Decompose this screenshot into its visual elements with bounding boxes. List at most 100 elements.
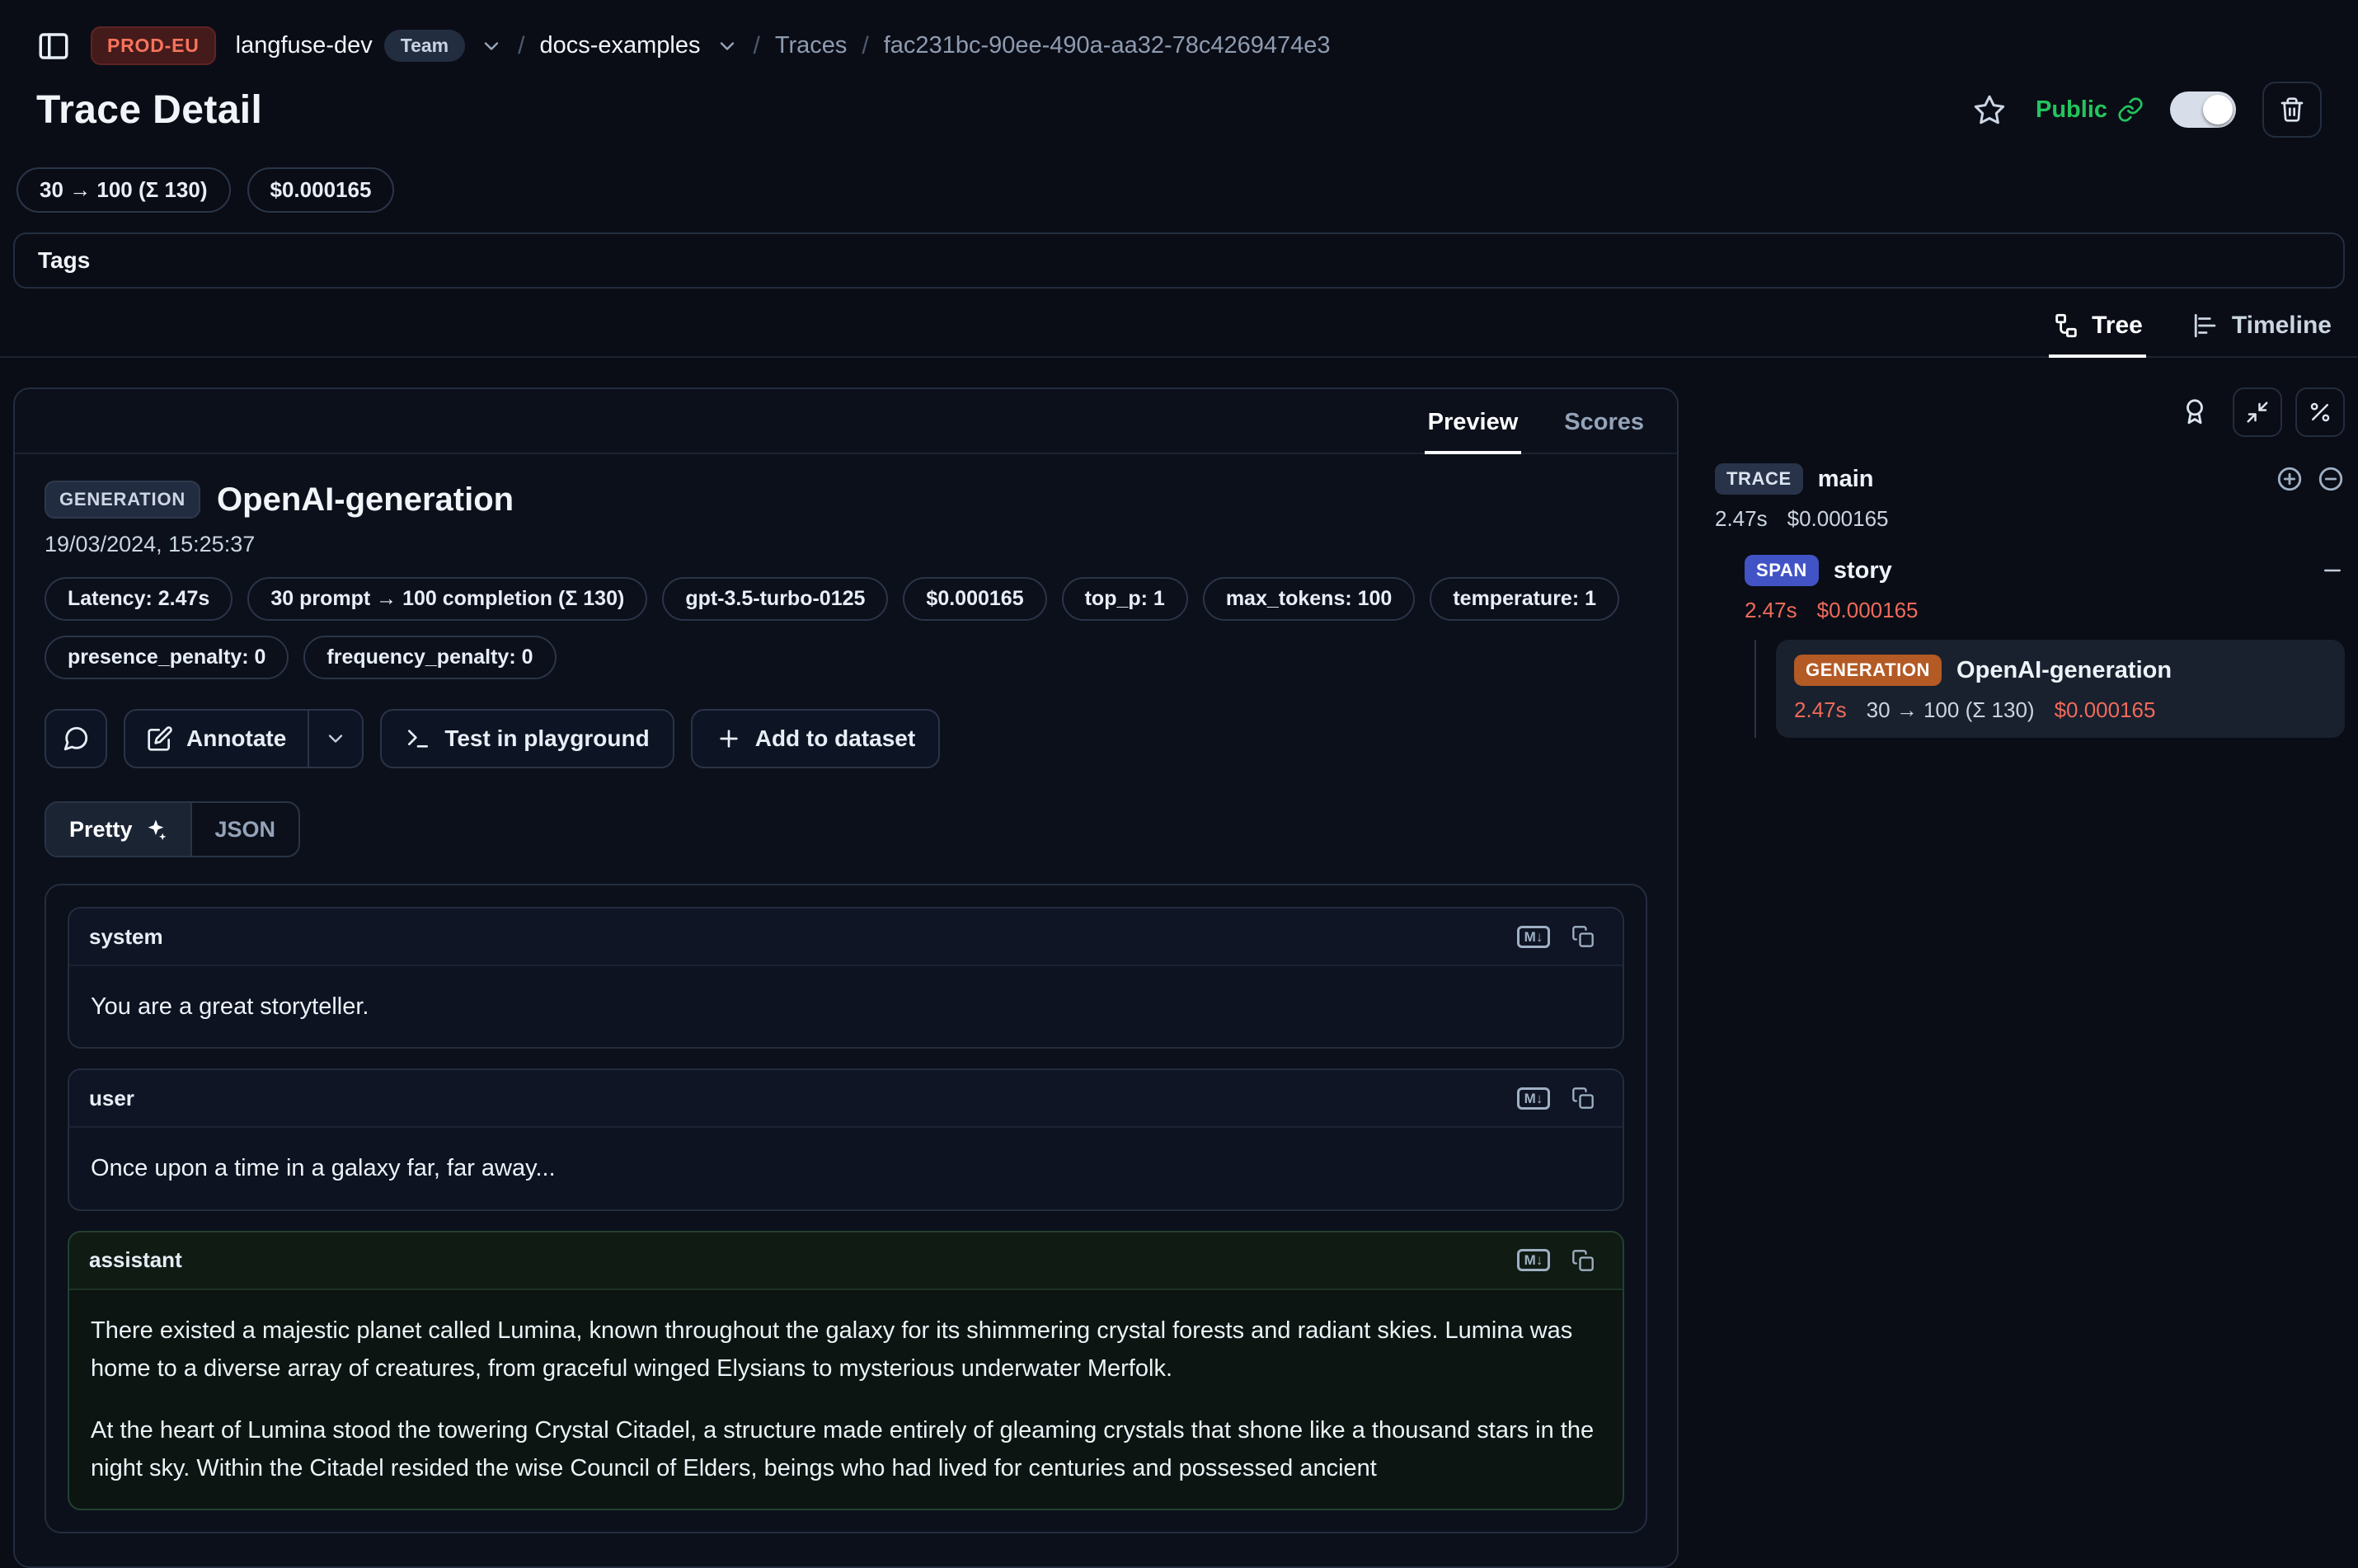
tab-tree[interactable]: Tree <box>2049 312 2146 358</box>
generation-cost: $0.000165 <box>2055 697 2156 723</box>
bookmark-star-button[interactable] <box>1970 90 2009 129</box>
tags-container[interactable]: Tags <box>13 232 2345 289</box>
message-text: You are a great storyteller. <box>91 988 1601 1026</box>
message-tools: M↓ <box>1514 920 1603 953</box>
sidebar-toggle-icon[interactable] <box>36 29 71 63</box>
tab-tree-label: Tree <box>2092 312 2143 340</box>
tab-timeline-label: Timeline <box>2232 312 2332 340</box>
copy-icon[interactable] <box>1563 1082 1603 1115</box>
trace-children: SPAN story 2.47s $0.000165 <box>1745 555 2345 738</box>
trace-summary-row: 30 → 100 (Σ 130) $0.000165 <box>0 154 2358 223</box>
observation-type-badge: GENERATION <box>45 481 200 519</box>
breadcrumb-project[interactable]: docs-examples <box>539 32 700 59</box>
tree-toolbar <box>1715 387 2345 437</box>
annotate-button[interactable]: Annotate <box>125 711 308 767</box>
markdown-toggle-button[interactable]: M↓ <box>1514 1082 1553 1115</box>
title-actions: Public <box>1970 82 2322 138</box>
breadcrumb-traces-link[interactable]: Traces <box>775 32 848 59</box>
plus-icon <box>716 725 742 752</box>
main-content: Preview Scores GENERATION OpenAI-generat… <box>0 358 2358 1568</box>
message-role: system <box>89 924 163 950</box>
tab-preview[interactable]: Preview <box>1425 409 1522 454</box>
collapse-view-icon[interactable] <box>2233 387 2282 437</box>
public-link-icon[interactable] <box>2117 96 2144 123</box>
collapse-node-minus-icon[interactable] <box>2320 558 2345 583</box>
metadata-pills-row-1: Latency: 2.47s 30 prompt → 100 completio… <box>45 577 1647 621</box>
annotate-dropdown-chevron-icon[interactable] <box>308 711 362 767</box>
observation-header: GENERATION OpenAI-generation <box>45 481 1647 519</box>
top-p-pill: top_p: 1 <box>1062 577 1188 621</box>
generation-tokens: 30 → 100 (Σ 130) <box>1867 697 2035 723</box>
generation-latency: 2.47s <box>1794 697 1847 723</box>
format-json-segment[interactable]: JSON <box>192 803 299 856</box>
trace-row[interactable]: TRACE main <box>1715 463 2345 495</box>
message-content: There existed a majestic planet called L… <box>69 1290 1623 1509</box>
max-tokens-pill: max_tokens: 100 <box>1203 577 1416 621</box>
tab-timeline[interactable]: Timeline <box>2189 312 2335 358</box>
message-assistant: assistant M↓ There existed a majestic pl… <box>68 1231 1624 1511</box>
observation-title: OpenAI-generation <box>217 481 514 519</box>
markdown-icon: M↓ <box>1517 1249 1551 1271</box>
test-in-playground-button[interactable]: Test in playground <box>380 709 674 768</box>
span-cost: $0.000165 <box>1817 598 1919 623</box>
message-header: user M↓ <box>69 1070 1623 1128</box>
copy-icon[interactable] <box>1563 1244 1603 1277</box>
generation-metrics: 2.47s 30 → 100 (Σ 130) $0.000165 <box>1794 697 2327 723</box>
presence-penalty-pill: presence_penalty: 0 <box>45 636 289 679</box>
top-navigation-bar: PROD-EU langfuse-dev Team / docs-example… <box>0 0 2358 72</box>
toggle-knob <box>2203 95 2233 124</box>
trace-tree: TRACE main 2.47s $0.000165 <box>1715 463 2345 738</box>
trace-badge: TRACE <box>1715 463 1803 495</box>
latency-pill: Latency: 2.47s <box>45 577 233 621</box>
tab-scores[interactable]: Scores <box>1561 409 1647 454</box>
markdown-icon: M↓ <box>1517 926 1551 948</box>
comment-button[interactable] <box>45 709 107 768</box>
message-user: user M↓ Once upon a time in a galaxy far… <box>68 1068 1624 1210</box>
breadcrumb-trace-id: fac231bc-90ee-490a-aa32-78c4269474e3 <box>884 32 1331 59</box>
breadcrumb-organization[interactable]: langfuse-dev <box>236 32 373 59</box>
breadcrumb-separator: / <box>518 32 524 60</box>
trace-latency: 2.47s <box>1715 506 1768 532</box>
terminal-icon <box>405 725 431 752</box>
breadcrumb-separator: / <box>754 32 760 60</box>
add-to-dataset-button[interactable]: Add to dataset <box>691 709 940 768</box>
org-switcher-chevron-icon[interactable] <box>480 35 503 58</box>
trace-cost: $0.000165 <box>1787 506 1889 532</box>
expand-all-plus-circle-icon[interactable] <box>2276 465 2304 493</box>
messages-container: system M↓ You are a great storyteller. <box>45 884 1647 1533</box>
project-switcher-chevron-icon[interactable] <box>716 35 739 58</box>
message-role: assistant <box>89 1247 182 1273</box>
collapse-all-minus-circle-icon[interactable] <box>2317 465 2345 493</box>
observation-timestamp: 19/03/2024, 15:25:37 <box>45 532 1647 557</box>
metadata-pills-row-2: presence_penalty: 0 frequency_penalty: 0 <box>45 636 1647 679</box>
view-mode-tabs: Tree Timeline <box>0 289 2358 358</box>
annotation-queue-award-icon[interactable] <box>2170 387 2219 437</box>
message-tools: M↓ <box>1514 1082 1603 1115</box>
trace-metrics: 2.47s $0.000165 <box>1715 506 2345 532</box>
message-tools: M↓ <box>1514 1244 1603 1277</box>
tree-node-generation-selected[interactable]: GENERATION OpenAI-generation 2.47s 30 → … <box>1776 640 2345 738</box>
timeline-icon <box>2192 312 2220 340</box>
model-pill[interactable]: gpt-3.5-turbo-0125 <box>662 577 888 621</box>
total-cost-badge: $0.000165 <box>247 167 395 213</box>
frequency-penalty-pill: frequency_penalty: 0 <box>303 636 556 679</box>
generation-row: GENERATION OpenAI-generation <box>1794 655 2327 686</box>
tags-label: Tags <box>38 247 90 273</box>
breadcrumb-separator: / <box>862 32 868 60</box>
copy-icon[interactable] <box>1563 920 1603 953</box>
public-toggle[interactable] <box>2170 92 2236 128</box>
observation-actions: Annotate Test in playground <box>45 709 1647 768</box>
format-pretty-segment[interactable]: Pretty <box>46 803 192 856</box>
public-status: Public <box>2036 96 2144 124</box>
observation-detail-panel: Preview Scores GENERATION OpenAI-generat… <box>13 387 1679 1568</box>
temperature-pill: temperature: 1 <box>1430 577 1619 621</box>
markdown-toggle-button[interactable]: M↓ <box>1514 1244 1553 1277</box>
environment-badge: PROD-EU <box>91 26 216 65</box>
message-system: system M↓ You are a great storyteller. <box>68 907 1624 1049</box>
percent-metrics-icon[interactable] <box>2295 387 2345 437</box>
message-content: Once upon a time in a galaxy far, far aw… <box>69 1128 1623 1209</box>
markdown-toggle-button[interactable]: M↓ <box>1514 920 1553 953</box>
delete-trace-button[interactable] <box>2262 82 2322 138</box>
test-in-playground-label: Test in playground <box>444 725 649 752</box>
span-row[interactable]: SPAN story <box>1745 555 2345 586</box>
